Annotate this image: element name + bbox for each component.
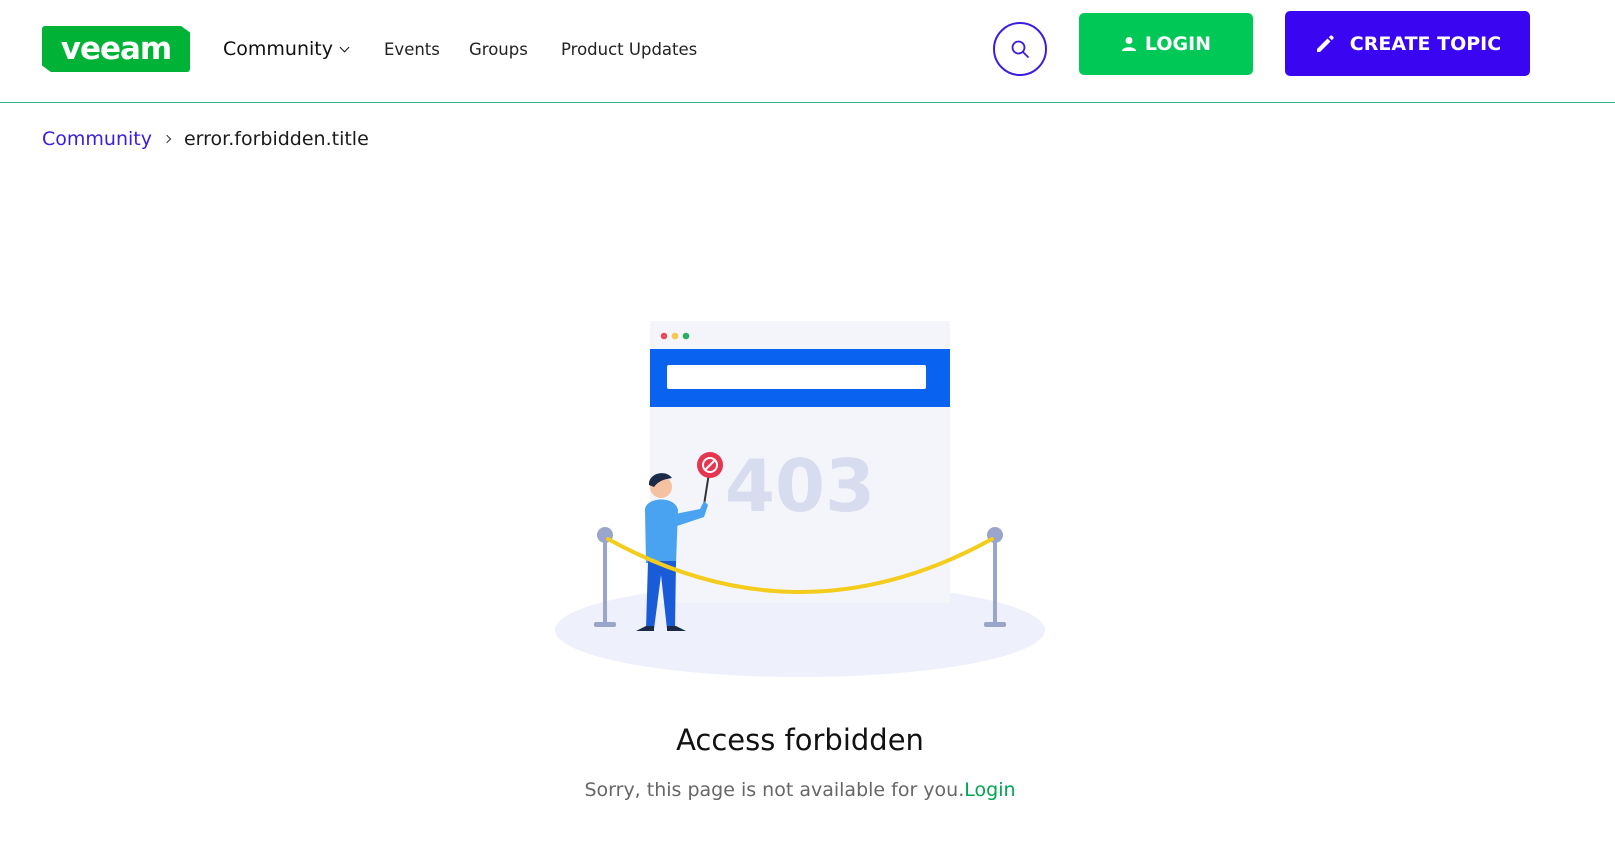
- error-code-403: 403: [725, 444, 875, 528]
- nav-community-dropdown[interactable]: Community: [223, 36, 350, 62]
- chevron-down-icon: [339, 42, 350, 52]
- access-forbidden-illustration: 403: [555, 321, 1045, 677]
- error-login-link[interactable]: Login: [964, 779, 1015, 801]
- window-dot-green: [682, 332, 690, 340]
- create-topic-button[interactable]: CREATE TOPIC: [1285, 11, 1530, 76]
- pencil-icon: [1316, 34, 1334, 52]
- window-dot-red: [660, 332, 668, 340]
- nav-groups-link[interactable]: Groups: [469, 36, 528, 62]
- search-button[interactable]: [993, 22, 1047, 76]
- error-title: Access forbidden: [676, 723, 924, 757]
- stanchion-right-base: [984, 622, 1006, 627]
- login-button[interactable]: LOGIN: [1079, 13, 1253, 75]
- breadcrumb: Community error.forbidden.title: [42, 128, 369, 150]
- site-header: veeam Community Events Groups Product Up…: [0, 0, 1615, 103]
- login-button-label: LOGIN: [1144, 33, 1212, 55]
- nav-product-updates-link[interactable]: Product Updates: [561, 36, 697, 62]
- user-icon: [1121, 37, 1136, 51]
- nav-community-label: Community: [223, 38, 333, 60]
- create-topic-label: CREATE TOPIC: [1349, 32, 1502, 55]
- chevron-right-icon: [162, 134, 172, 144]
- nav-events-link[interactable]: Events: [384, 36, 440, 62]
- breadcrumb-community-link[interactable]: Community: [42, 128, 152, 150]
- window-dot-yellow: [671, 332, 679, 340]
- browser-address-bar: [667, 365, 926, 389]
- search-icon: [1011, 40, 1029, 58]
- error-message-text: Sorry, this page is not available for yo…: [584, 779, 965, 801]
- breadcrumb-current: error.forbidden.title: [183, 128, 369, 150]
- error-message: Sorry, this page is not available for yo…: [0, 779, 1600, 801]
- stanchion-left-base: [594, 622, 616, 627]
- veeam-logo[interactable]: veeam: [42, 26, 190, 72]
